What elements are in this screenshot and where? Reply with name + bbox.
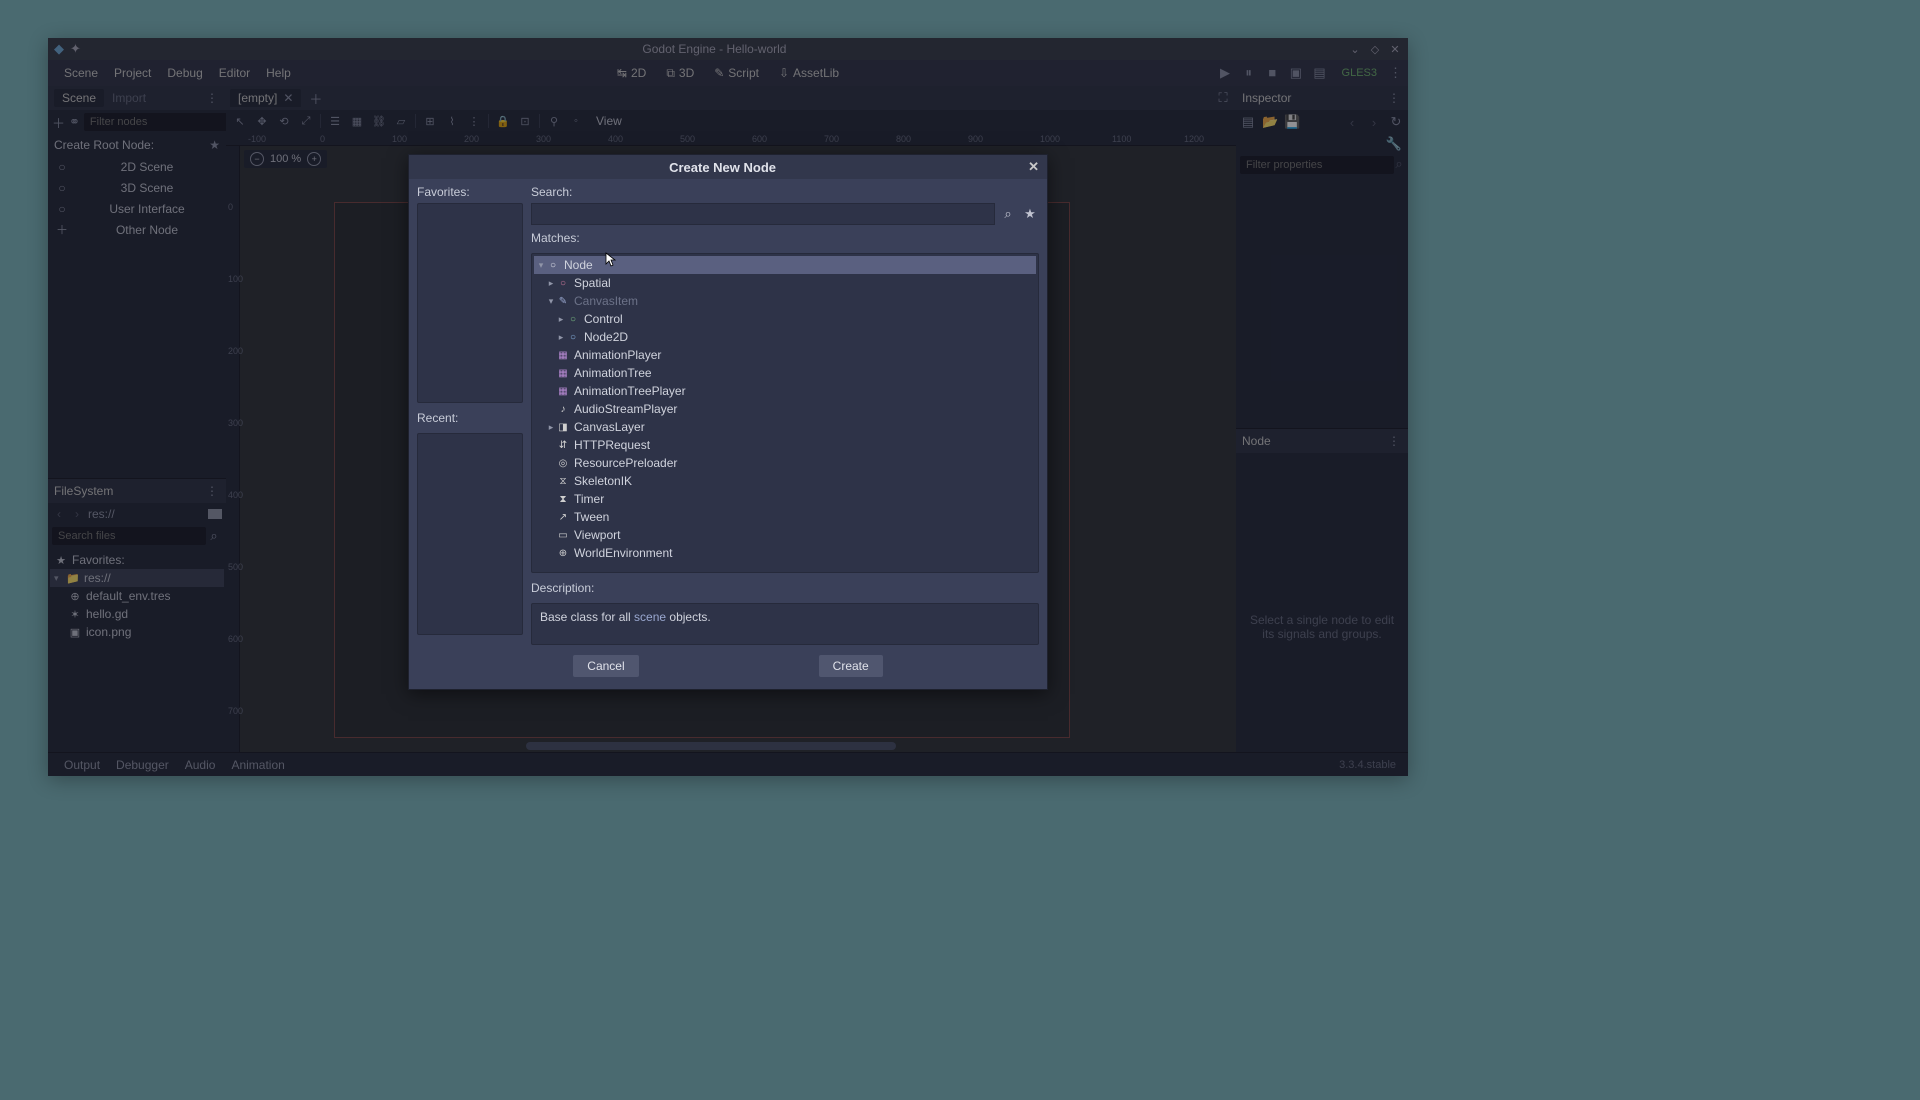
mouse-cursor-icon [605, 252, 617, 268]
create-node-dialog: Create New Node ✕ Favorites: Recent: Sea… [408, 154, 1048, 690]
recent-label: Recent: [417, 411, 523, 425]
toggle-icon[interactable]: ▸ [546, 278, 556, 289]
tree-item[interactable]: ⧗Timer [534, 490, 1036, 508]
tree-item[interactable]: ◎ResourcePreloader [534, 454, 1036, 472]
tree-item[interactable]: ⇵HTTPRequest [534, 436, 1036, 454]
node-icon: ◨ [556, 420, 570, 434]
tree-item[interactable]: ▾✎CanvasItem [534, 292, 1036, 310]
dialog-close-icon[interactable]: ✕ [1028, 159, 1039, 175]
search-icon: ⌕ [999, 206, 1017, 222]
tree-item[interactable]: ▸○Spatial [534, 274, 1036, 292]
tree-item[interactable]: ▦AnimationPlayer [534, 346, 1036, 364]
tree-item[interactable]: ▭Viewport [534, 526, 1036, 544]
recent-box [417, 433, 523, 635]
create-button[interactable]: Create [819, 655, 883, 677]
node-icon: ▭ [556, 528, 570, 542]
tree-item[interactable]: ▦AnimationTreePlayer [534, 382, 1036, 400]
node-icon: ⊕ [556, 546, 570, 560]
tree-item[interactable]: ▸○Control [534, 310, 1036, 328]
cancel-button[interactable]: Cancel [573, 655, 638, 677]
node-icon: ⇵ [556, 438, 570, 452]
tree-item[interactable]: ♪AudioStreamPlayer [534, 400, 1036, 418]
node-icon: ♪ [556, 402, 570, 416]
tree-item[interactable]: ▸○Node2D [534, 328, 1036, 346]
favorites-box [417, 203, 523, 403]
favorite-toggle-icon[interactable]: ★ [1021, 206, 1039, 222]
description-box: Base class for all scene objects. [531, 603, 1039, 645]
matches-label: Matches: [531, 231, 1039, 245]
node-icon: ▦ [556, 348, 570, 362]
tree-item[interactable]: ⧖SkeletonIK [534, 472, 1036, 490]
node-icon: ○ [546, 258, 560, 272]
tree-item[interactable]: ▦AnimationTree [534, 364, 1036, 382]
node-icon: ○ [566, 330, 580, 344]
main-window: ◆ ✦ Godot Engine - Hello-world ⌄ ◇ ✕ Sce… [48, 38, 1408, 776]
tree-item[interactable]: ⊕WorldEnvironment [534, 544, 1036, 562]
toggle-icon[interactable]: ▾ [536, 260, 546, 271]
toggle-icon[interactable]: ▸ [556, 314, 566, 325]
node-icon: ⧖ [556, 474, 570, 488]
node-icon: ▦ [556, 366, 570, 380]
toggle-icon[interactable]: ▸ [546, 422, 556, 433]
node-icon: ▦ [556, 384, 570, 398]
node-icon: ◎ [556, 456, 570, 470]
search-label: Search: [531, 185, 1039, 199]
node-icon: ○ [556, 276, 570, 290]
node-icon: ⧗ [556, 492, 570, 506]
favorites-label: Favorites: [417, 185, 523, 199]
node-icon: ✎ [556, 294, 570, 308]
description-label: Description: [531, 581, 1039, 595]
matches-tree: ▾○Node▸○Spatial▾✎CanvasItem▸○Control▸○No… [531, 253, 1039, 573]
tree-item[interactable]: ▸◨CanvasLayer [534, 418, 1036, 436]
toggle-icon[interactable]: ▸ [556, 332, 566, 343]
toggle-icon[interactable]: ▾ [546, 296, 556, 307]
node-icon: ○ [566, 312, 580, 326]
tree-item[interactable]: ↗Tween [534, 508, 1036, 526]
node-icon: ↗ [556, 510, 570, 524]
node-search-input[interactable] [531, 203, 995, 225]
dialog-title: Create New Node [417, 160, 1028, 175]
